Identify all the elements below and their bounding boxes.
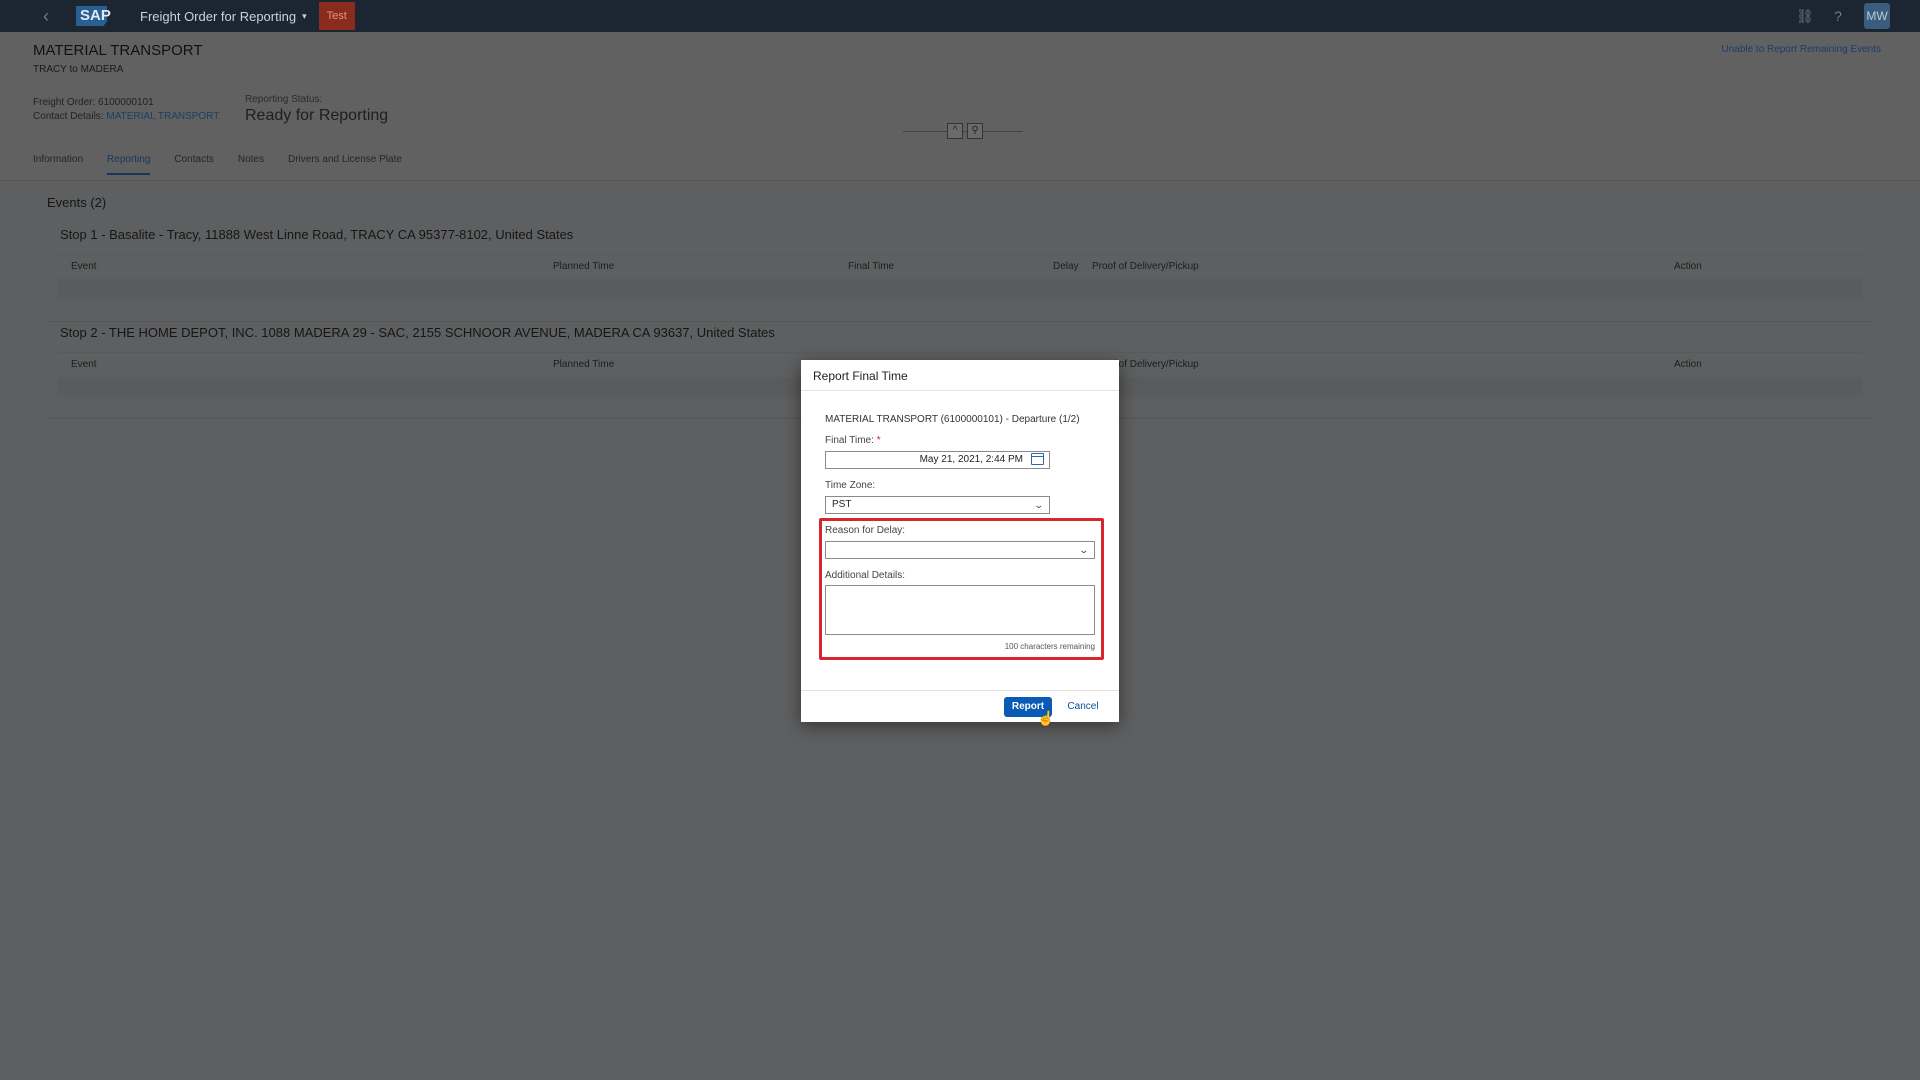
- help-icon[interactable]: ?: [1830, 8, 1846, 24]
- cancel-button[interactable]: Cancel: [1063, 697, 1103, 717]
- status-value: Ready for Reporting: [245, 107, 389, 124]
- table-row: [57, 279, 1863, 299]
- column-action: Action: [1674, 359, 1702, 370]
- final-time-value: May 21, 2021, 2:44 PM: [919, 454, 1023, 465]
- mouse-cursor-icon: ☝: [1037, 710, 1055, 726]
- page-title: MATERIAL TRANSPORT: [33, 42, 203, 59]
- final-time-label-text: Final Time:: [825, 435, 874, 446]
- required-marker: *: [876, 435, 881, 446]
- dialog-event-description: MATERIAL TRANSPORT (6100000101) - Depart…: [825, 414, 1080, 425]
- tab-reporting[interactable]: Reporting: [107, 154, 151, 175]
- stop-2-title: Stop 2 - THE HOME DEPOT, INC. 1088 MADER…: [60, 325, 775, 340]
- report-final-time-dialog: Report Final Time MATERIAL TRANSPORT (61…: [801, 360, 1119, 726]
- page-subtitle: TRACY to MADERA: [33, 64, 124, 75]
- app-title-menu[interactable]: Freight Order for Reporting ▾: [140, 9, 307, 24]
- chevron-down-icon: ⌄: [1033, 500, 1045, 510]
- column-planned-time: Planned Time: [553, 261, 615, 272]
- stop-1-table-header: Event Planned Time Final Time Delay Proo…: [57, 254, 1863, 279]
- time-zone-label: Time Zone:: [825, 480, 876, 491]
- freight-order-number: Freight Order: 6100000101: [33, 97, 154, 108]
- time-zone-select[interactable]: PST ⌄: [825, 496, 1050, 514]
- dialog-title: Report Final Time: [813, 369, 908, 383]
- stop-1-title: Stop 1 - Basalite - Tracy, 11888 West Li…: [60, 227, 574, 242]
- column-proof-of-delivery: Proof of Delivery/Pickup: [1092, 261, 1199, 272]
- tab-drivers-and-license-plate[interactable]: Drivers and License Plate: [288, 154, 402, 175]
- link-icon[interactable]: ⛓: [1796, 8, 1814, 25]
- column-action: Action: [1674, 261, 1702, 272]
- column-final-time: Final Time: [848, 261, 895, 272]
- calendar-icon[interactable]: [1031, 453, 1044, 465]
- highlight-box: [819, 518, 1104, 660]
- status-label: Reporting Status:: [245, 94, 323, 105]
- shell-bar: ‹ SAP Freight Order for Reporting ▾ Test…: [0, 0, 1920, 32]
- chevron-down-icon: ▾: [302, 10, 307, 21]
- column-delay: Delay: [1053, 261, 1079, 272]
- app-title: Freight Order for Reporting: [140, 8, 297, 24]
- time-zone-value: PST: [832, 499, 852, 510]
- column-planned-time: Planned Time: [553, 359, 615, 370]
- order-attributes: Freight Order: 6100000101 Contact Detail…: [33, 96, 219, 124]
- system-badge: Test: [318, 2, 355, 30]
- sap-logo[interactable]: SAP: [76, 6, 120, 26]
- column-event: Event: [71, 359, 97, 370]
- final-time-label: Final Time: *: [825, 435, 881, 446]
- collapse-header-icon[interactable]: ^: [947, 123, 963, 139]
- avatar[interactable]: MW: [1864, 3, 1890, 29]
- header-toggle-bar: ^ ⚲: [903, 123, 1023, 139]
- contact-label: Contact Details:: [33, 111, 104, 122]
- divider: [47, 321, 1873, 322]
- column-event: Event: [71, 261, 97, 272]
- divider: [801, 690, 1119, 691]
- unable-to-report-link[interactable]: Unable to Report Remaining Events: [1721, 44, 1881, 55]
- reporting-status: Reporting Status: Ready for Reporting: [245, 94, 388, 125]
- contact-link[interactable]: MATERIAL TRANSPORT: [106, 111, 219, 122]
- events-title: Events (2): [47, 195, 107, 210]
- object-header: MATERIAL TRANSPORT TRACY to MADERA Unabl…: [0, 32, 1920, 181]
- back-icon[interactable]: ‹: [36, 6, 56, 26]
- tab-contacts[interactable]: Contacts: [174, 154, 213, 175]
- tab-notes[interactable]: Notes: [238, 154, 264, 175]
- tab-information[interactable]: Information: [33, 154, 83, 175]
- tab-bar: Information Reporting Contacts Notes Dri…: [33, 154, 426, 175]
- divider: [801, 390, 1119, 391]
- pin-header-icon[interactable]: ⚲: [967, 123, 983, 139]
- final-time-picker[interactable]: May 21, 2021, 2:44 PM: [825, 451, 1050, 469]
